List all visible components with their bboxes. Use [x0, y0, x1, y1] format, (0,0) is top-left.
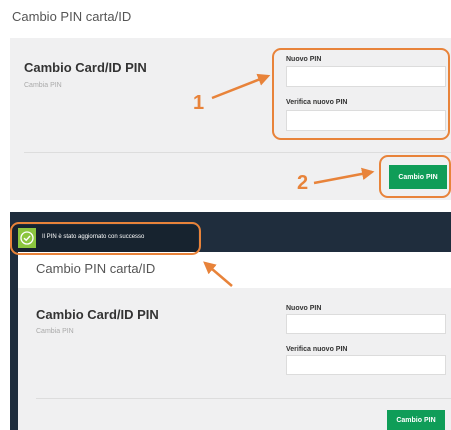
- verify-pin-label: Verifica nuovo PIN: [286, 346, 348, 353]
- change-pin-button[interactable]: Cambio PIN: [387, 410, 445, 430]
- card-subtitle: Cambia PIN: [36, 328, 74, 335]
- arrow-to-submit: [313, 167, 375, 185]
- verify-pin-input[interactable]: [286, 355, 446, 375]
- annotation-arrow-toast: [203, 261, 233, 287]
- new-pin-label: Nuovo PIN: [286, 305, 322, 312]
- annotation-arrows: [211, 73, 375, 185]
- card-divider: [36, 398, 451, 399]
- card-title: Cambio Card/ID PIN: [36, 307, 159, 322]
- arrow-to-toast: [203, 261, 233, 287]
- arrow-to-pin-fields: [211, 73, 271, 100]
- new-pin-input[interactable]: [286, 314, 446, 334]
